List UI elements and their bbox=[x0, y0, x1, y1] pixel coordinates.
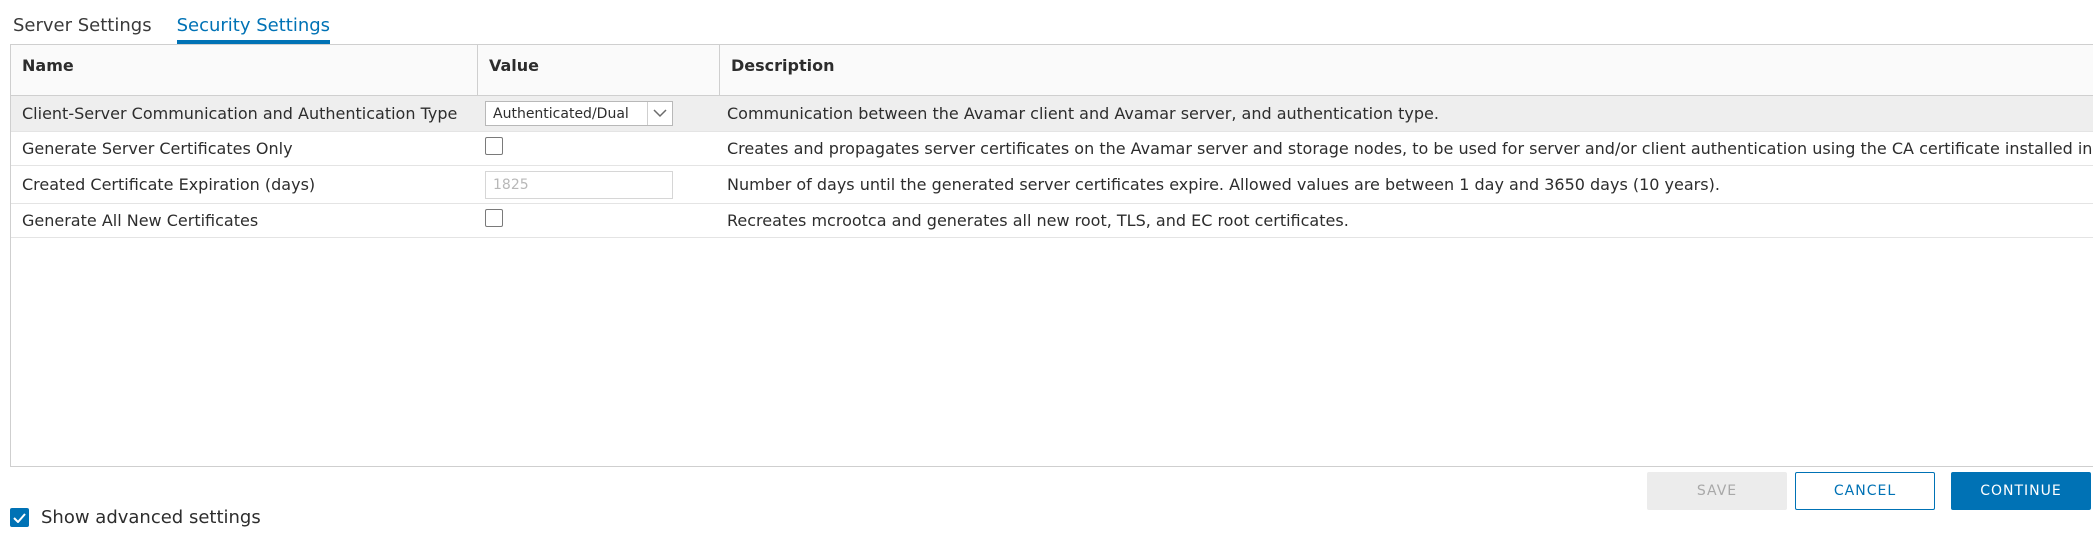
table-row[interactable]: Created Certificate Expiration (days) Nu… bbox=[11, 166, 2093, 204]
table-row[interactable]: Generate All New Certificates Recreates … bbox=[11, 204, 2093, 238]
show-advanced-settings-toggle[interactable]: Show advanced settings bbox=[10, 507, 261, 528]
cancel-button[interactable]: CANCEL bbox=[1795, 472, 1935, 510]
checkbox-checked-icon[interactable] bbox=[10, 508, 29, 527]
setting-value-cell bbox=[485, 166, 715, 203]
certificate-expiration-input[interactable] bbox=[485, 170, 673, 199]
generate-server-certificates-checkbox[interactable] bbox=[485, 136, 503, 155]
setting-description: Recreates mcrootca and generates all new… bbox=[727, 211, 1349, 230]
tab-bar: Server Settings Security Settings bbox=[13, 12, 331, 44]
column-header-value[interactable]: Value bbox=[478, 45, 720, 95]
setting-description: Number of days until the generated serve… bbox=[727, 175, 1720, 194]
setting-description: Creates and propagates server certificat… bbox=[727, 139, 2093, 158]
grid-header: Name Value Description bbox=[11, 45, 2093, 96]
chevron-down-icon[interactable] bbox=[647, 102, 672, 125]
save-button[interactable]: SAVE bbox=[1647, 472, 1787, 510]
auth-type-select[interactable]: Authenticated/Dual bbox=[485, 101, 673, 126]
auth-type-selected-value: Authenticated/Dual bbox=[493, 105, 629, 122]
table-row[interactable]: Generate Server Certificates Only Create… bbox=[11, 132, 2093, 166]
show-advanced-settings-label: Show advanced settings bbox=[41, 507, 261, 528]
setting-name: Client-Server Communication and Authenti… bbox=[22, 104, 458, 123]
setting-description: Communication between the Avamar client … bbox=[727, 104, 1439, 123]
setting-name: Generate All New Certificates bbox=[22, 211, 259, 230]
continue-button[interactable]: CONTINUE bbox=[1951, 472, 2091, 510]
setting-value-cell bbox=[485, 132, 715, 165]
generate-all-new-certificates-checkbox[interactable] bbox=[485, 208, 503, 227]
setting-value-cell: Authenticated/Dual bbox=[485, 96, 715, 131]
tab-security-settings[interactable]: Security Settings bbox=[176, 12, 331, 44]
table-row[interactable]: Client-Server Communication and Authenti… bbox=[11, 96, 2093, 132]
setting-name: Created Certificate Expiration (days) bbox=[22, 175, 316, 194]
column-header-description[interactable]: Description bbox=[720, 45, 2093, 95]
settings-grid: Name Value Description Client-Server Com… bbox=[10, 44, 2093, 467]
setting-name: Generate Server Certificates Only bbox=[22, 139, 293, 158]
column-header-name[interactable]: Name bbox=[11, 45, 478, 95]
tab-server-settings[interactable]: Server Settings bbox=[13, 12, 152, 44]
setting-value-cell bbox=[485, 204, 715, 237]
